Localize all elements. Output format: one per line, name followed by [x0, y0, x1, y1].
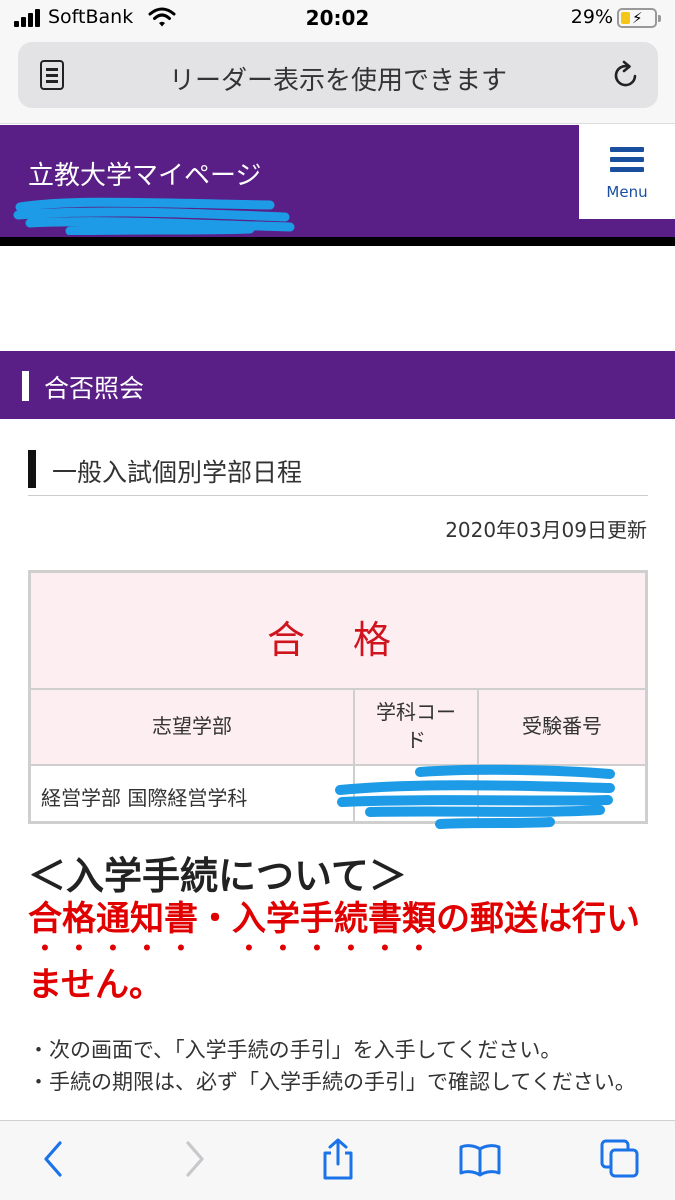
- notice-heading: ＜入学手続について＞: [28, 854, 407, 898]
- header-exam-number: 受験番号: [522, 714, 602, 738]
- address-bar[interactable]: リーダー表示を使用できます: [18, 42, 658, 108]
- battery-icon: ⚡: [617, 8, 661, 28]
- sub-heading-accent-bar: [28, 450, 36, 488]
- notice-item: ・次の画面で、「入学手続の手引」を入手してください。: [28, 1038, 562, 1062]
- sub-heading: 一般入試個別学部日程: [28, 450, 648, 496]
- header-cell-faculty: 志望学部: [31, 690, 355, 766]
- forward-icon[interactable]: [172, 1137, 216, 1181]
- section-heading-band: 合否照会: [0, 351, 675, 419]
- share-icon[interactable]: [316, 1137, 360, 1181]
- reader-view-icon[interactable]: [40, 60, 64, 90]
- header-cell-exam-number: 受験番号: [479, 690, 645, 766]
- site-title[interactable]: 立教大学マイページ: [28, 155, 261, 192]
- section-title: 合否照会: [44, 374, 145, 403]
- notice-list: ・次の画面で、「入学手続の手引」を入手してください。 ・手続の期限は、必ず「入学…: [28, 1034, 648, 1098]
- header-cell-dept-code: 学科コード: [355, 690, 479, 766]
- updated-date: 2020年03月09日更新: [445, 518, 647, 542]
- result-cell: 合 格: [31, 573, 645, 690]
- header-divider: [0, 237, 675, 246]
- hamburger-icon: [610, 147, 644, 173]
- notice-red-text: 合格通知書・入学手続書類の郵送は行いません。: [28, 893, 648, 1011]
- sub-heading-title: 一般入試個別学部日程: [52, 458, 303, 487]
- notice-item: ・手続の期限は、必ず「入学手続の手引」で確認してください。: [28, 1070, 636, 1094]
- cell-faculty: 経営学部 国際経営学科: [31, 766, 355, 821]
- site-header: 立教大学マイページ Menu: [0, 125, 675, 237]
- bookmarks-icon[interactable]: [458, 1137, 502, 1181]
- status-bar: SoftBank 20:02 29% ⚡: [0, 0, 675, 36]
- tabs-icon[interactable]: [598, 1137, 642, 1181]
- address-bar-text[interactable]: リーダー表示を使用できます: [78, 60, 598, 97]
- back-icon[interactable]: [32, 1137, 76, 1181]
- header-dept-code: 学科コード: [376, 700, 456, 752]
- browser-address-area: リーダー表示を使用できます: [0, 36, 675, 124]
- result-status: 合 格: [266, 618, 410, 662]
- redaction-scribble: [335, 764, 615, 829]
- menu-label: Menu: [606, 183, 648, 201]
- reload-icon[interactable]: [610, 59, 642, 91]
- menu-button[interactable]: Menu: [579, 125, 675, 219]
- browser-toolbar: [0, 1120, 675, 1200]
- redaction-scribble: [13, 197, 295, 235]
- heading-accent-bar: [22, 371, 29, 401]
- battery-percent: 29%: [570, 6, 613, 28]
- faculty-value: 経営学部 国際経営学科: [41, 786, 248, 810]
- notice-emphasis: 合格通知書・入学手続書類: [28, 899, 436, 939]
- header-faculty: 志望学部: [152, 714, 232, 738]
